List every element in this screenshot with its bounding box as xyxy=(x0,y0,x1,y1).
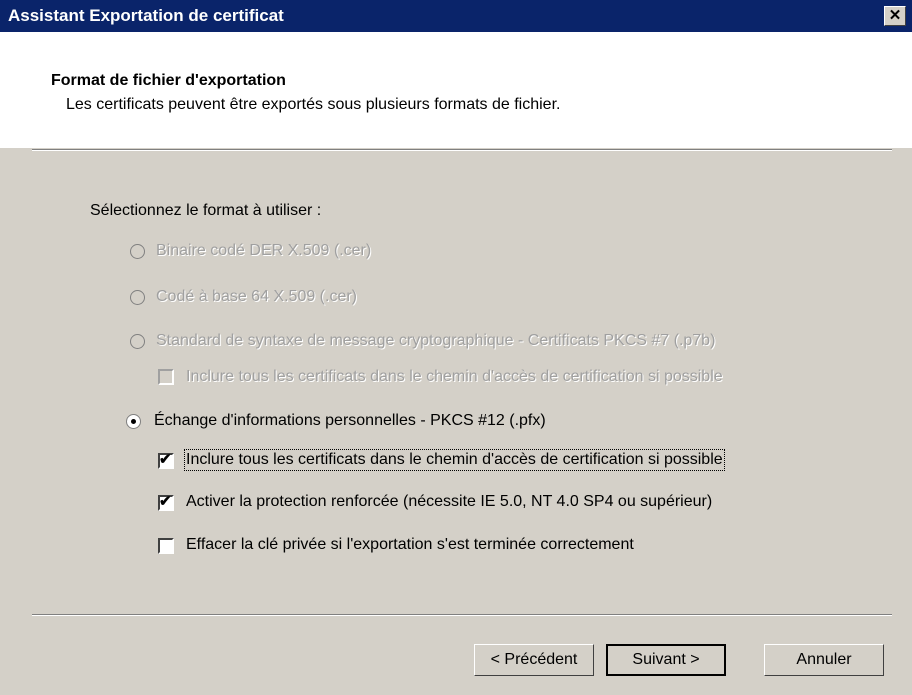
checkbox-pkcs7-include-chain[interactable] xyxy=(158,369,174,385)
radio-pkcs7-label: Standard de syntaxe de message cryptogra… xyxy=(156,332,716,349)
wizard-header: Format de fichier d'exportation Les cert… xyxy=(0,32,912,148)
header-separator xyxy=(32,149,892,151)
radio-base64-button[interactable] xyxy=(130,290,145,305)
radio-der-label: Binaire codé DER X.509 (.cer) xyxy=(156,242,372,259)
close-icon: ✕ xyxy=(888,7,902,24)
footer-separator xyxy=(32,614,892,616)
title-bar: Assistant Exportation de certificat ✕ xyxy=(0,0,912,32)
checkbox-delete-private-key-label[interactable]: Effacer la clé privée si l'exportation s… xyxy=(186,536,634,554)
radio-der-button[interactable] xyxy=(130,244,145,259)
format-prompt: Sélectionnez le format à utiliser : xyxy=(90,202,322,219)
checkbox-strong-protection[interactable]: ✔ xyxy=(158,493,174,511)
check-icon: ✔ xyxy=(159,451,172,468)
next-button[interactable]: Suivant > xyxy=(606,644,726,676)
checkbox-delete-private-key[interactable] xyxy=(158,538,174,554)
close-button[interactable]: ✕ xyxy=(884,6,906,26)
radio-base64-label: Codé à base 64 X.509 (.cer) xyxy=(156,288,358,305)
page-subtitle: Les certificats peuvent être exportés so… xyxy=(66,96,561,113)
radio-pkcs7-button[interactable] xyxy=(130,334,145,349)
checkbox-strong-protection-label[interactable]: Activer la protection renforcée (nécessi… xyxy=(186,493,712,511)
checkbox-pkcs7-include-chain-label: Inclure tous les certificats dans le che… xyxy=(186,368,723,385)
page-title: Format de fichier d'exportation xyxy=(51,72,286,89)
radio-pfx-button[interactable] xyxy=(126,414,141,429)
cancel-button[interactable]: Annuler xyxy=(764,644,884,676)
checkbox-include-chain-label[interactable]: Inclure tous les certificats dans le che… xyxy=(184,449,725,471)
checkbox-include-chain[interactable]: ✔ xyxy=(158,451,174,469)
back-button[interactable]: < Précédent xyxy=(474,644,594,676)
radio-pfx-label: Échange d'informations personnelles - PK… xyxy=(154,412,546,429)
radio-selected-dot xyxy=(131,419,136,424)
window-title: Assistant Exportation de certificat xyxy=(8,6,284,25)
check-icon: ✔ xyxy=(159,493,172,510)
